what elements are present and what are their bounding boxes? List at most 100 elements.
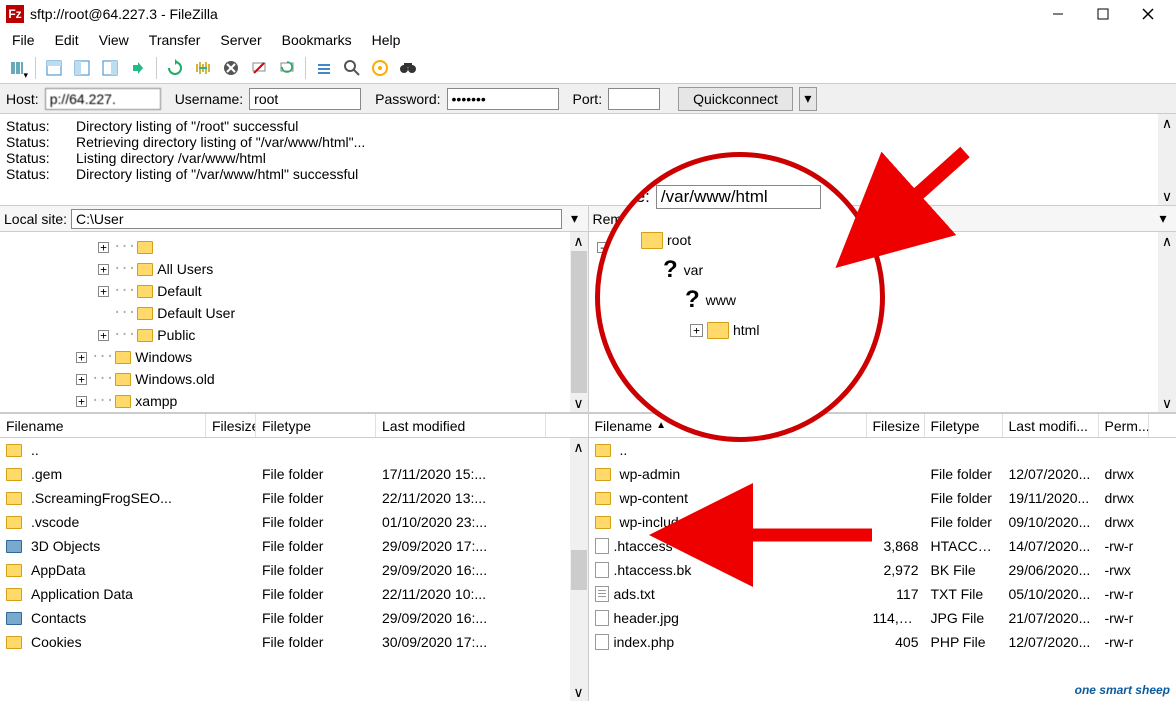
search-icon[interactable] [339, 55, 365, 81]
maximize-button[interactable] [1080, 0, 1125, 28]
binoculars-icon[interactable] [395, 55, 421, 81]
column-header[interactable]: Filetype [925, 414, 1003, 437]
local-tree-scrollbar[interactable]: ∧∨ [570, 232, 588, 412]
log-pane: Status:Directory listing of "/root" succ… [0, 114, 1176, 206]
file-modified: 17/11/2020 15:... [376, 466, 546, 482]
host-input[interactable] [45, 88, 161, 110]
file-row[interactable]: wp-contentFile folder19/11/2020...drwx [589, 486, 1176, 510]
column-header[interactable]: Filename [0, 414, 206, 437]
log-scrollbar[interactable]: ∧∨ [1158, 114, 1176, 205]
password-input[interactable] [447, 88, 559, 110]
refresh-icon[interactable] [162, 55, 188, 81]
column-header[interactable]: Last modified [376, 414, 546, 437]
toggle-queue-icon[interactable] [125, 55, 151, 81]
file-row[interactable]: .gemFile folder17/11/2020 15:... [0, 462, 588, 486]
file-row[interactable]: CookiesFile folder30/09/2020 17:... [0, 630, 588, 654]
tree-item-label: www [706, 292, 736, 308]
menu-help[interactable]: Help [364, 30, 409, 50]
local-list-scrollbar[interactable]: ∧∨ [570, 438, 588, 701]
file-row[interactable]: .vscodeFile folder01/10/2020 23:... [0, 510, 588, 534]
folder-icon [6, 444, 22, 457]
minimize-button[interactable] [1035, 0, 1080, 28]
file-name: .. [31, 442, 39, 458]
quickconnect-button[interactable]: Quickconnect [678, 87, 793, 111]
file-row[interactable]: ContactsFile folder29/09/2020 16:... [0, 606, 588, 630]
local-tree[interactable]: +···+···All Users+···Default···Default U… [0, 232, 588, 412]
status-message: Directory listing of "/root" successful [76, 118, 298, 134]
file-row[interactable]: .htaccess.bk2,972BK File29/06/2020...-rw… [589, 558, 1176, 582]
magnifier-annotation: te: root?var?www+html [595, 152, 885, 442]
tree-item[interactable]: ···Default User [98, 302, 586, 324]
file-name: wp-includes [620, 514, 694, 530]
remote-tree-scrollbar[interactable]: ∧∨ [1158, 232, 1176, 412]
tree-item[interactable]: root [624, 225, 874, 255]
site-manager-icon[interactable]: ▾ [4, 55, 30, 81]
tree-item[interactable]: +···Public [98, 324, 586, 346]
file-modified: 19/11/2020... [1003, 490, 1099, 506]
file-row[interactable]: index.php405PHP File12/07/2020...-rw-r [589, 630, 1176, 654]
local-list-header[interactable]: FilenameFilesizeFiletypeLast modified [0, 414, 588, 438]
file-row[interactable]: AppDataFile folder29/09/2020 16:... [0, 558, 588, 582]
reconnect-icon[interactable] [274, 55, 300, 81]
tree-item[interactable]: ? www [668, 285, 874, 315]
file-modified: 29/06/2020... [1003, 562, 1099, 578]
disconnect-icon[interactable] [246, 55, 272, 81]
tree-item-label: Public [157, 327, 195, 343]
column-header[interactable]: Last modifi... [1003, 414, 1099, 437]
magnifier-path-input[interactable] [656, 185, 821, 209]
remote-site-dropdown[interactable]: ▾ [1154, 210, 1172, 227]
local-site-input[interactable] [71, 209, 561, 229]
menu-edit[interactable]: Edit [47, 30, 87, 50]
menu-server[interactable]: Server [212, 30, 269, 50]
username-input[interactable] [249, 88, 361, 110]
file-row[interactable]: header.jpg114,854JPG File21/07/2020...-r… [589, 606, 1176, 630]
toggle-local-tree-icon[interactable] [69, 55, 95, 81]
compare-icon[interactable] [367, 55, 393, 81]
file-size: 114,854 [867, 610, 925, 626]
tree-item[interactable]: +···Windows [76, 346, 586, 368]
file-row[interactable]: .ScreamingFrogSEO...File folder22/11/202… [0, 486, 588, 510]
tree-item[interactable]: +···All Users [98, 258, 586, 280]
column-header[interactable]: Filetype [256, 414, 376, 437]
tree-item[interactable]: +···Windows.old [76, 368, 586, 390]
menu-file[interactable]: File [4, 30, 43, 50]
file-modified: 21/07/2020... [1003, 610, 1099, 626]
file-row[interactable]: 3D ObjectsFile folder29/09/2020 17:... [0, 534, 588, 558]
tree-item-label: html [733, 322, 759, 338]
filter-icon[interactable] [311, 55, 337, 81]
file-row[interactable]: Application DataFile folder22/11/2020 10… [0, 582, 588, 606]
toggle-log-icon[interactable] [41, 55, 67, 81]
tree-item[interactable]: +···Default [98, 280, 586, 302]
question-folder-icon: ? [685, 286, 700, 314]
file-row[interactable]: wp-adminFile folder12/07/2020...drwx [589, 462, 1176, 486]
quickconnect-dropdown[interactable]: ▾ [799, 87, 817, 111]
tree-item[interactable]: +··· [98, 236, 586, 258]
column-header[interactable]: Perm... [1099, 414, 1149, 437]
tree-item[interactable]: +html [690, 315, 874, 345]
menu-transfer[interactable]: Transfer [141, 30, 209, 50]
tree-item[interactable]: ?var [646, 255, 874, 285]
host-label: Host: [6, 91, 39, 107]
tree-item[interactable]: +···xampp [76, 390, 586, 412]
file-modified: 22/11/2020 10:... [376, 586, 546, 602]
close-button[interactable] [1125, 0, 1170, 28]
menu-bookmarks[interactable]: Bookmarks [274, 30, 360, 50]
column-header[interactable]: Filesize [867, 414, 925, 437]
file-row[interactable]: ads.txt117TXT File05/10/2020...-rw-r [589, 582, 1176, 606]
column-header[interactable]: Filesize [206, 414, 256, 437]
port-input[interactable] [608, 88, 660, 110]
process-queue-icon[interactable] [190, 55, 216, 81]
local-site-dropdown[interactable]: ▾ [566, 210, 584, 227]
file-row[interactable]: .htaccess3,868HTACCE...14/07/2020...-rw-… [589, 534, 1176, 558]
folder-icon [6, 468, 22, 481]
toggle-remote-tree-icon[interactable] [97, 55, 123, 81]
file-row[interactable]: .. [0, 438, 588, 462]
folder-icon [595, 516, 611, 529]
file-row[interactable]: .. [589, 438, 1176, 462]
menu-view[interactable]: View [91, 30, 137, 50]
file-row[interactable]: wp-includesFile folder09/10/2020...drwx [589, 510, 1176, 534]
folder-icon [137, 263, 153, 276]
status-label: Status: [6, 118, 76, 134]
cancel-icon[interactable] [218, 55, 244, 81]
file-name: Application Data [31, 586, 133, 602]
